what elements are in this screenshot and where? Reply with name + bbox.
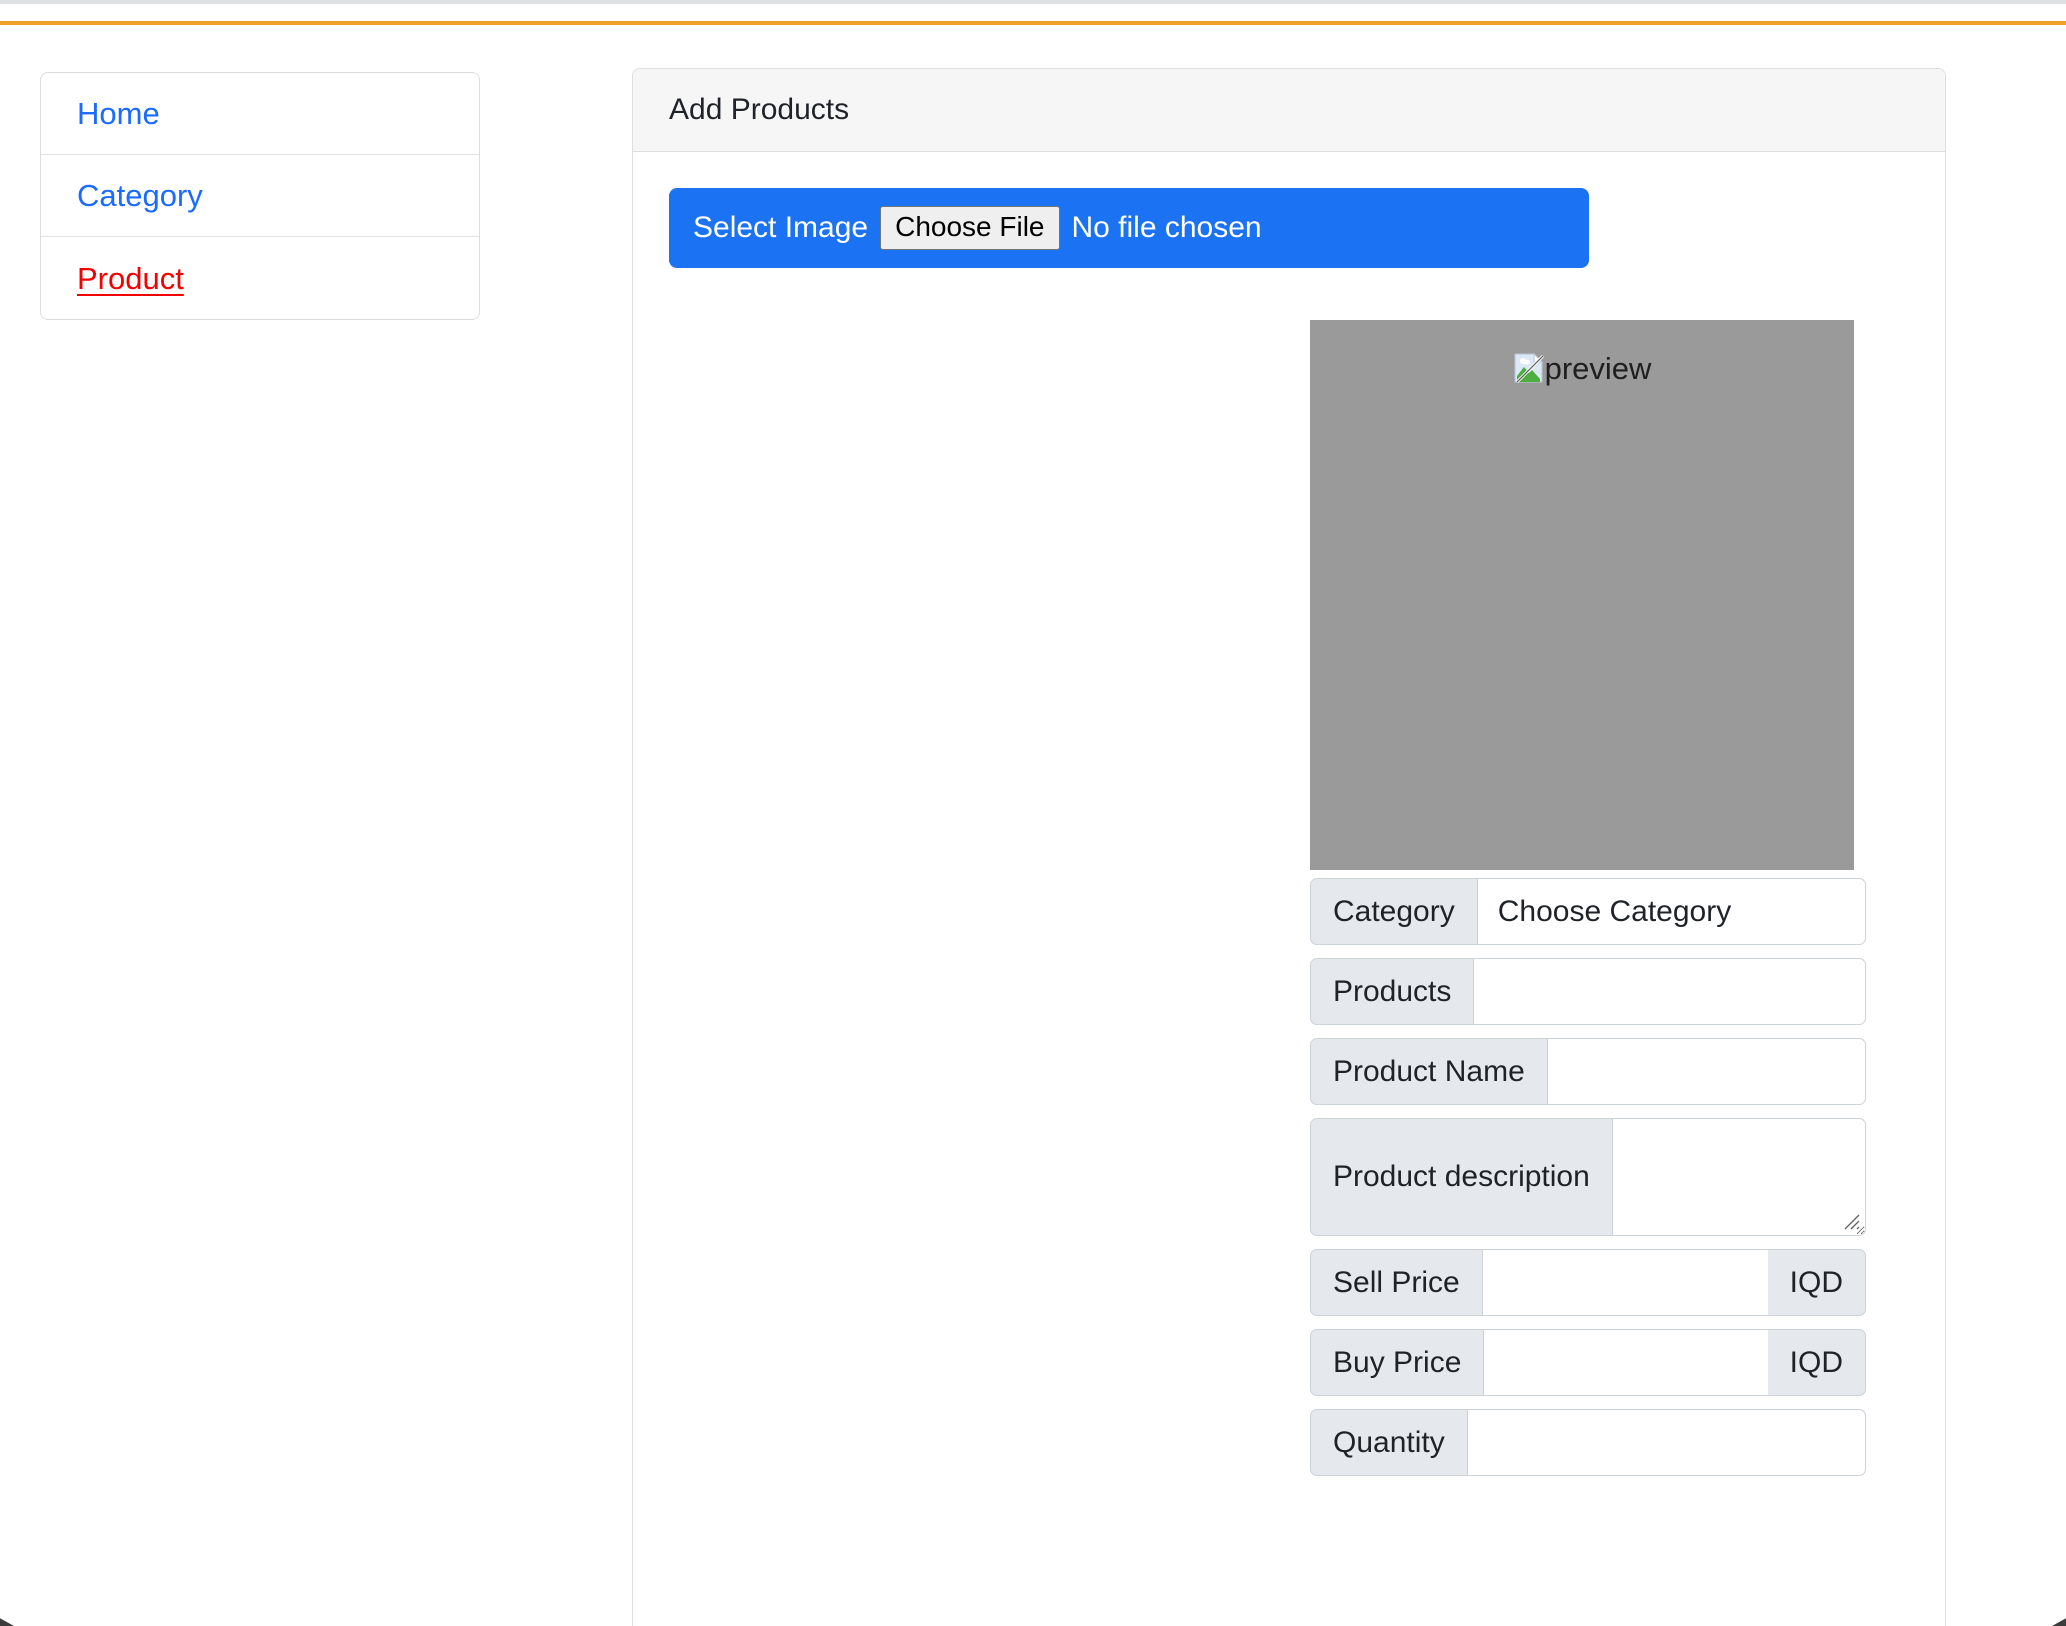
form-row-sell-price: Sell Price IQD [1310, 1249, 1866, 1316]
product-description-wrap [1612, 1118, 1866, 1236]
sell-price-currency: IQD [1767, 1249, 1866, 1316]
form-row-buy-price: Buy Price IQD [1310, 1329, 1866, 1396]
sidebar-item-product[interactable]: Product [41, 237, 479, 319]
sell-price-input[interactable] [1482, 1249, 1768, 1316]
file-picker[interactable]: Choose File No file chosen [880, 206, 1262, 250]
products-input[interactable] [1474, 958, 1866, 1025]
category-select[interactable]: Choose Category [1477, 878, 1866, 945]
select-image-group: Select Image Choose File No file chosen [669, 188, 1589, 268]
quantity-input[interactable] [1467, 1409, 1866, 1476]
category-label: Category [1310, 878, 1478, 945]
window-corner-grip-bottom-right [2052, 1618, 2066, 1626]
product-description-label: Product description [1310, 1118, 1613, 1236]
file-status-text: No file chosen [1071, 211, 1262, 244]
orange-accent-rule [0, 21, 2066, 25]
sidebar-item-home-link[interactable]: Home [77, 98, 160, 129]
quantity-label: Quantity [1310, 1409, 1468, 1476]
form-row-products: Products [1310, 958, 1866, 1025]
broken-image-alt-text: preview [1544, 350, 1652, 386]
product-form: preview Category Choose Category Product… [1310, 320, 1866, 1489]
product-name-input[interactable] [1547, 1038, 1866, 1105]
sell-price-label: Sell Price [1310, 1249, 1483, 1316]
sidebar-item-category-link[interactable]: Category [77, 180, 203, 211]
card-header: Add Products [633, 69, 1945, 152]
products-label: Products [1310, 958, 1475, 1025]
product-name-label: Product Name [1310, 1038, 1548, 1105]
image-preview-placeholder: preview [1310, 320, 1854, 870]
product-description-textarea[interactable] [1612, 1118, 1866, 1236]
card-body: Select Image Choose File No file chosen [633, 152, 1945, 268]
broken-image: preview [1513, 350, 1652, 386]
window-corner-grip-bottom-left [0, 1618, 14, 1626]
browser-chrome-strip [0, 0, 2066, 4]
sidebar-item-home[interactable]: Home [41, 73, 479, 155]
page-title: Add Products [669, 93, 850, 126]
buy-price-input[interactable] [1484, 1329, 1768, 1396]
buy-price-currency: IQD [1767, 1329, 1866, 1396]
choose-file-button[interactable]: Choose File [880, 206, 1060, 250]
form-row-product-name: Product Name [1310, 1038, 1866, 1105]
form-row-quantity: Quantity [1310, 1409, 1866, 1476]
buy-price-label: Buy Price [1310, 1329, 1485, 1396]
form-row-category: Category Choose Category [1310, 878, 1866, 945]
form-row-product-description: Product description [1310, 1118, 1866, 1236]
select-image-label: Select Image [693, 211, 869, 244]
sidebar-item-product-link[interactable]: Product [77, 263, 184, 294]
sidebar-nav: Home Category Product [40, 72, 480, 320]
broken-image-icon [1514, 352, 1544, 384]
sidebar-item-category[interactable]: Category [41, 155, 479, 237]
